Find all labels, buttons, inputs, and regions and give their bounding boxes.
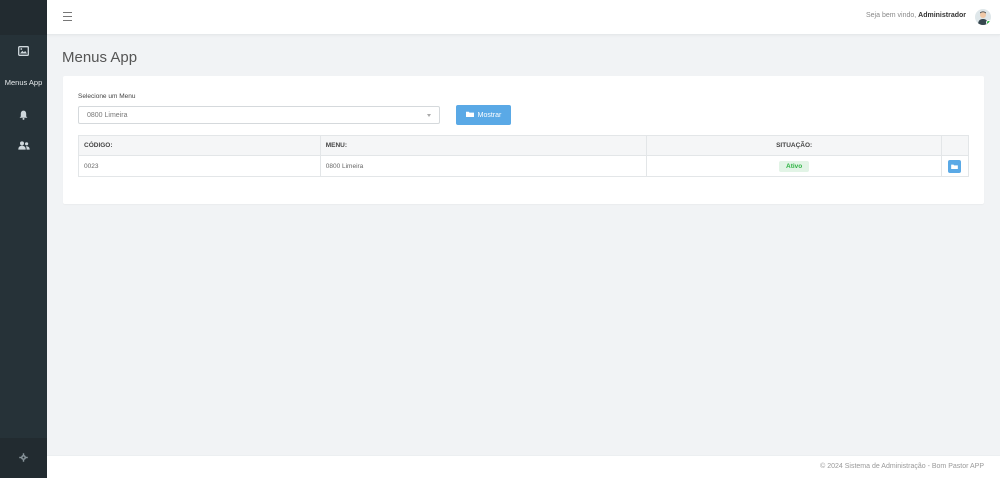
users-icon (17, 140, 30, 150)
table-row: 0023 0800 Limeira Ativo (78, 155, 970, 177)
footer-copyright: © 2024 Sistema de Administração - Bom Pa… (820, 463, 984, 470)
show-button[interactable]: Mostrar (456, 105, 511, 125)
folder-icon (951, 164, 959, 169)
cell-situacao: Ativo (646, 155, 942, 177)
sidebar-item-notifications[interactable] (0, 106, 47, 124)
avatar[interactable] (975, 9, 991, 25)
sidebar: Menus App (0, 0, 47, 478)
menu-toggle-icon[interactable] (63, 12, 72, 21)
page-title: Menus App (62, 49, 138, 66)
sidebar-item-users[interactable] (0, 136, 47, 154)
open-folder-button[interactable] (948, 159, 962, 173)
cell-codigo: 0023 (78, 155, 321, 177)
user-name[interactable]: Administrador (918, 12, 966, 19)
topbar: Seja bem vindo, Administrador (47, 0, 1000, 35)
footer: © 2024 Sistema de Administração - Bom Pa… (47, 455, 1000, 478)
cell-menu: 0800 Limeira (319, 155, 648, 177)
menu-select-value: 0800 Limeira (87, 111, 128, 119)
sidebar-settings[interactable] (0, 438, 47, 478)
welcome-prefix: Seja bem vindo, (866, 12, 917, 19)
column-header-menu: MENU: (319, 135, 648, 156)
welcome-message: Seja bem vindo, Administrador (866, 12, 966, 19)
menu-card: Selecione um Menu 0800 Limeira Mostrar C… (63, 76, 984, 204)
select-label: Selecione um Menu (78, 93, 136, 100)
show-button-label: Mostrar (477, 111, 502, 119)
sidebar-item-label: Menus App (4, 77, 43, 87)
online-status-indicator (986, 20, 991, 25)
gear-icon (19, 452, 28, 464)
column-header-situacao: SITUAÇÃO: (646, 135, 942, 156)
bell-icon (19, 110, 28, 120)
table-header-row: CÓDIGO: MENU: SITUAÇÃO: (78, 135, 970, 156)
sidebar-item-menus-app[interactable]: Menus App (0, 76, 47, 88)
folder-icon (465, 111, 474, 119)
sidebar-logo-area (0, 0, 47, 35)
cell-actions (940, 155, 970, 177)
column-header-codigo: CÓDIGO: (78, 135, 321, 156)
menu-select[interactable]: 0800 Limeira (78, 106, 440, 124)
status-badge: Ativo (779, 160, 810, 172)
chevron-down-icon (427, 114, 431, 117)
menus-table: CÓDIGO: MENU: SITUAÇÃO: 0023 0800 Limeir… (78, 135, 970, 177)
column-header-actions (940, 135, 970, 156)
image-icon (18, 46, 29, 56)
sidebar-item-images[interactable] (0, 42, 47, 60)
